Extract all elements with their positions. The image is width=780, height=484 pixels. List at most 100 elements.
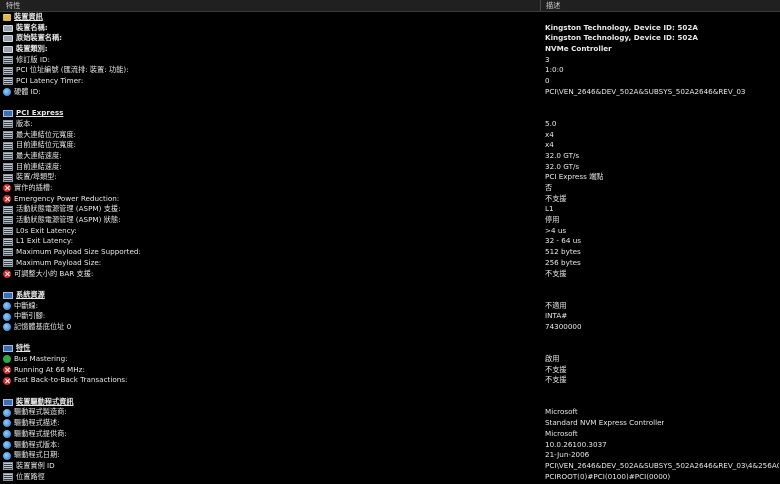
row-spacer <box>0 333 780 344</box>
list-icon <box>3 237 13 246</box>
property-value: 512 bytes <box>545 247 581 257</box>
property-label-cell: Bus Mastering: <box>3 354 68 365</box>
property-row[interactable]: Maximum Payload Size Supported: 512 bytes <box>0 247 780 258</box>
property-row[interactable]: 目前連結速度: 32.0 GT/s <box>0 162 780 173</box>
property-label-cell: 原始裝置名稱: <box>3 33 62 44</box>
section-header[interactable]: 裝置驅動程式資訊 <box>0 397 780 408</box>
property-row[interactable]: 最大連結速度: 32.0 GT/s <box>0 151 780 162</box>
list-icon <box>3 205 13 214</box>
list-icon <box>3 462 13 471</box>
list-icon <box>3 56 13 65</box>
property-row[interactable]: Maximum Payload Size: 256 bytes <box>0 258 780 269</box>
property-row[interactable]: 原始裝置名稱: Kingston Technology, Device ID: 5… <box>0 33 780 44</box>
column-header-property[interactable]: 特性 <box>6 1 20 11</box>
property-row[interactable]: 活動狀態電源管理 (ASPM) 狀態: 停用 <box>0 215 780 226</box>
column-header-description[interactable]: 描述 <box>546 1 560 11</box>
property-row[interactable]: 驅動程式版本: 10.0.26100.3037 <box>0 440 780 451</box>
property-row[interactable]: 目前連結位元寬度: x4 <box>0 140 780 151</box>
property-value: 不支援 <box>545 193 567 203</box>
property-row[interactable]: 活動狀態電源管理 (ASPM) 支援: L1 <box>0 204 780 215</box>
property-value: PCIROOT(0)#PCI(0100)#PCI(0000) <box>545 471 671 481</box>
property-row[interactable]: 最大連結位元寬度: x4 <box>0 130 780 141</box>
property-value: x4 <box>545 129 554 139</box>
property-value: Microsoft <box>545 428 578 438</box>
list-icon <box>3 77 13 86</box>
column-header: 特性 描述 <box>0 0 780 12</box>
property-row[interactable]: 中斷引腳: INTA# <box>0 311 780 322</box>
list-icon <box>3 248 13 257</box>
property-name: 裝置名稱: <box>16 22 48 32</box>
property-label-cell: 系統資源 <box>3 290 45 301</box>
property-row[interactable]: L1 Exit Latency: 32 - 64 us <box>0 236 780 247</box>
section-header[interactable]: 特性 <box>0 343 780 354</box>
property-row[interactable]: 裝置實例 ID PCI\VEN_2646&DEV_502A&SUBSYS_502A… <box>0 461 780 472</box>
row-spacer <box>0 386 780 397</box>
property-label-cell: L0s Exit Latency: <box>3 226 77 237</box>
property-label-cell: 中斷線: <box>3 301 38 312</box>
column-separator[interactable] <box>540 0 541 11</box>
property-label-cell: 活動狀態電源管理 (ASPM) 狀態: <box>3 215 121 226</box>
section-title: 裝置驅動程式資訊 <box>16 396 74 406</box>
property-value: 3 <box>545 54 550 64</box>
property-row[interactable]: 硬體 ID: PCI\VEN_2646&DEV_502A&SUBSYS_502A2… <box>0 87 780 98</box>
property-name: 驅動程式日期: <box>14 450 60 460</box>
property-row[interactable]: Emergency Power Reduction: 不支援 <box>0 194 780 205</box>
row-spacer <box>0 279 780 290</box>
section-header[interactable]: 裝置資訊 <box>0 12 780 23</box>
property-row[interactable]: 裝置名稱: Kingston Technology, Device ID: 502… <box>0 23 780 34</box>
property-row[interactable]: Bus Mastering: 啟用 <box>0 354 780 365</box>
chip-icon <box>3 345 13 353</box>
property-row[interactable]: 驅動程式提供商: Microsoft <box>0 429 780 440</box>
property-row[interactable]: 位置路徑 PCIROOT(0)#PCI(0100)#PCI(0000) <box>0 472 780 483</box>
list-icon <box>3 66 13 75</box>
error-icon <box>3 376 11 385</box>
property-row[interactable]: Fast Back-to-Back Transactions: 不支援 <box>0 375 780 386</box>
property-row[interactable]: L0s Exit Latency: >4 us <box>0 226 780 237</box>
property-label-cell: 修訂版 ID: <box>3 55 50 66</box>
property-row[interactable]: PCI Latency Timer: 0 <box>0 76 780 87</box>
property-row[interactable]: 裝置類別: NVMe Controller <box>0 44 780 55</box>
property-name: Emergency Power Reduction: <box>14 193 120 203</box>
property-name: 可調整大小的 BAR 支援: <box>14 268 94 278</box>
globe-icon <box>3 451 11 460</box>
property-row[interactable]: 驅動程式製造商: Microsoft <box>0 407 780 418</box>
property-label-cell: 硬體 ID: <box>3 87 41 98</box>
section-header[interactable]: 系統資源 <box>0 290 780 301</box>
list-icon <box>3 130 13 139</box>
property-value: INTA# <box>545 311 568 321</box>
property-name: 裝置實例 ID <box>16 460 55 470</box>
property-row[interactable]: 裝置/埠類型: PCI Express 端點 <box>0 172 780 183</box>
property-name: 目前連結速度: <box>16 161 62 171</box>
property-row[interactable]: 可調整大小的 BAR 支援: 不支援 <box>0 269 780 280</box>
property-row[interactable]: Running At 66 MHz: 不支援 <box>0 365 780 376</box>
property-name: 實作的插槽: <box>14 183 53 192</box>
property-row[interactable]: 實作的插槽: 否 <box>0 183 780 194</box>
property-label-cell: 中斷引腳: <box>3 311 45 322</box>
property-label-cell: Maximum Payload Size: <box>3 258 101 269</box>
property-value: 不支援 <box>545 364 567 374</box>
list-icon <box>3 120 13 129</box>
property-name: 驅動程式版本: <box>14 439 60 449</box>
property-row[interactable]: 修訂版 ID: 3 <box>0 55 780 66</box>
drive-icon <box>3 45 13 53</box>
property-name: 驅動程式描述: <box>14 418 60 428</box>
property-row[interactable]: 版本: 5.0 <box>0 119 780 130</box>
property-label-cell: 特性 <box>3 343 30 354</box>
section-title: PCI Express <box>16 108 64 118</box>
property-value: PCI\VEN_2646&DEV_502A&SUBSYS_502A2646&RE… <box>545 86 746 96</box>
section-header[interactable]: PCI Express <box>0 108 780 119</box>
property-name: 目前連結位元寬度: <box>16 140 76 150</box>
property-name: 活動狀態電源管理 (ASPM) 狀態: <box>16 215 121 225</box>
property-label-cell: Emergency Power Reduction: <box>3 194 119 205</box>
property-label-cell: 裝置/埠類型: <box>3 172 57 183</box>
property-label-cell: Maximum Payload Size Supported: <box>3 247 141 258</box>
property-row[interactable]: 記憶體基底位址 0 74300000 <box>0 322 780 333</box>
property-row[interactable]: 中斷線: 不適用 <box>0 301 780 312</box>
property-name: 最大連結位元寬度: <box>16 129 76 139</box>
globe-icon <box>3 323 11 332</box>
property-row[interactable]: PCI 位址編號 (匯流排: 裝置: 功能): 1:0:0 <box>0 65 780 76</box>
property-row[interactable]: 驅動程式描述: Standard NVM Express Controller <box>0 418 780 429</box>
property-name: 驅動程式製造商: <box>14 407 67 417</box>
property-value: 32.0 GT/s <box>545 161 580 171</box>
property-row[interactable]: 驅動程式日期: 21-Jun-2006 <box>0 450 780 461</box>
